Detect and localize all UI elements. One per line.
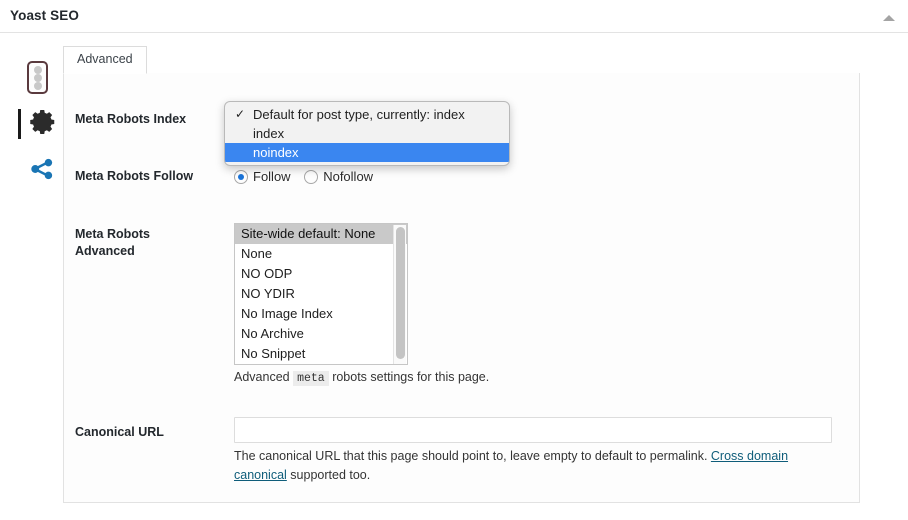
listbox-option-no-archive[interactable]: No Archive — [235, 324, 407, 344]
sidebar-item-social[interactable] — [18, 149, 64, 193]
metabox-header: Yoast SEO — [0, 0, 908, 33]
canonical-help-text-after: supported too. — [287, 468, 370, 482]
gear-icon — [28, 107, 58, 142]
listbox-scrollbar-thumb[interactable] — [396, 227, 405, 359]
listbox-option-no-ydir[interactable]: NO YDIR — [235, 284, 407, 304]
radio-follow[interactable]: Follow — [234, 169, 291, 184]
canonical-url-input[interactable] — [234, 417, 832, 443]
meta-robots-advanced-help: Advanced meta robots settings for this p… — [234, 368, 489, 388]
dropdown-option-index[interactable]: index — [225, 124, 509, 143]
canonical-url-label: Canonical URL — [75, 424, 164, 441]
radio-nofollow-dot — [304, 170, 318, 184]
meta-robots-advanced-label-line2: Advanced — [75, 243, 215, 260]
listbox-option-no-odp[interactable]: NO ODP — [235, 264, 407, 284]
sidebar-rail — [18, 50, 64, 210]
collapse-toggle-button[interactable] — [878, 6, 900, 28]
radio-follow-label: Follow — [253, 169, 291, 184]
traffic-light-icon — [27, 61, 48, 94]
meta-robots-advanced-label-line1: Meta Robots — [75, 226, 215, 243]
page-title: Yoast SEO — [10, 8, 79, 23]
yoast-seo-metabox: Yoast SEO — [0, 0, 908, 520]
help-suffix: robots settings for this page. — [332, 370, 489, 384]
canonical-help-text: The canonical URL that this page should … — [234, 449, 711, 463]
sidebar-item-seo[interactable] — [18, 56, 64, 100]
listbox-option-sitewide-default[interactable]: Site-wide default: None — [235, 224, 407, 244]
active-indicator — [18, 109, 21, 139]
tab-advanced[interactable]: Advanced — [63, 46, 147, 74]
listbox-scrollbar[interactable] — [393, 225, 406, 365]
listbox-option-no-image-index[interactable]: No Image Index — [235, 304, 407, 324]
meta-code-token: meta — [293, 371, 329, 386]
radio-nofollow-label: Nofollow — [323, 169, 373, 184]
meta-robots-advanced-listbox[interactable]: Site-wide default: None None NO ODP NO Y… — [234, 223, 408, 365]
dropdown-option-noindex[interactable]: noindex — [225, 143, 509, 162]
help-prefix: Advanced — [234, 370, 290, 384]
meta-robots-follow-label: Meta Robots Follow — [75, 168, 193, 185]
sidebar-item-advanced[interactable] — [18, 102, 64, 146]
dropdown-option-default[interactable]: Default for post type, currently: index — [225, 105, 509, 124]
meta-robots-advanced-label: Meta Robots Advanced — [75, 226, 215, 260]
listbox-option-no-snippet[interactable]: No Snippet — [235, 344, 407, 364]
meta-robots-index-label: Meta Robots Index — [75, 111, 186, 128]
meta-robots-index-dropdown-menu: Default for post type, currently: index … — [224, 101, 510, 166]
radio-nofollow[interactable]: Nofollow — [304, 169, 373, 184]
share-icon — [28, 155, 56, 188]
canonical-url-help: The canonical URL that this page should … — [234, 447, 840, 485]
radio-follow-dot — [234, 170, 248, 184]
triangle-up-icon — [883, 15, 895, 21]
meta-robots-follow-radio-group: Follow Nofollow — [234, 168, 383, 188]
tab-strip: Advanced — [63, 46, 860, 73]
listbox-option-none[interactable]: None — [235, 244, 407, 264]
